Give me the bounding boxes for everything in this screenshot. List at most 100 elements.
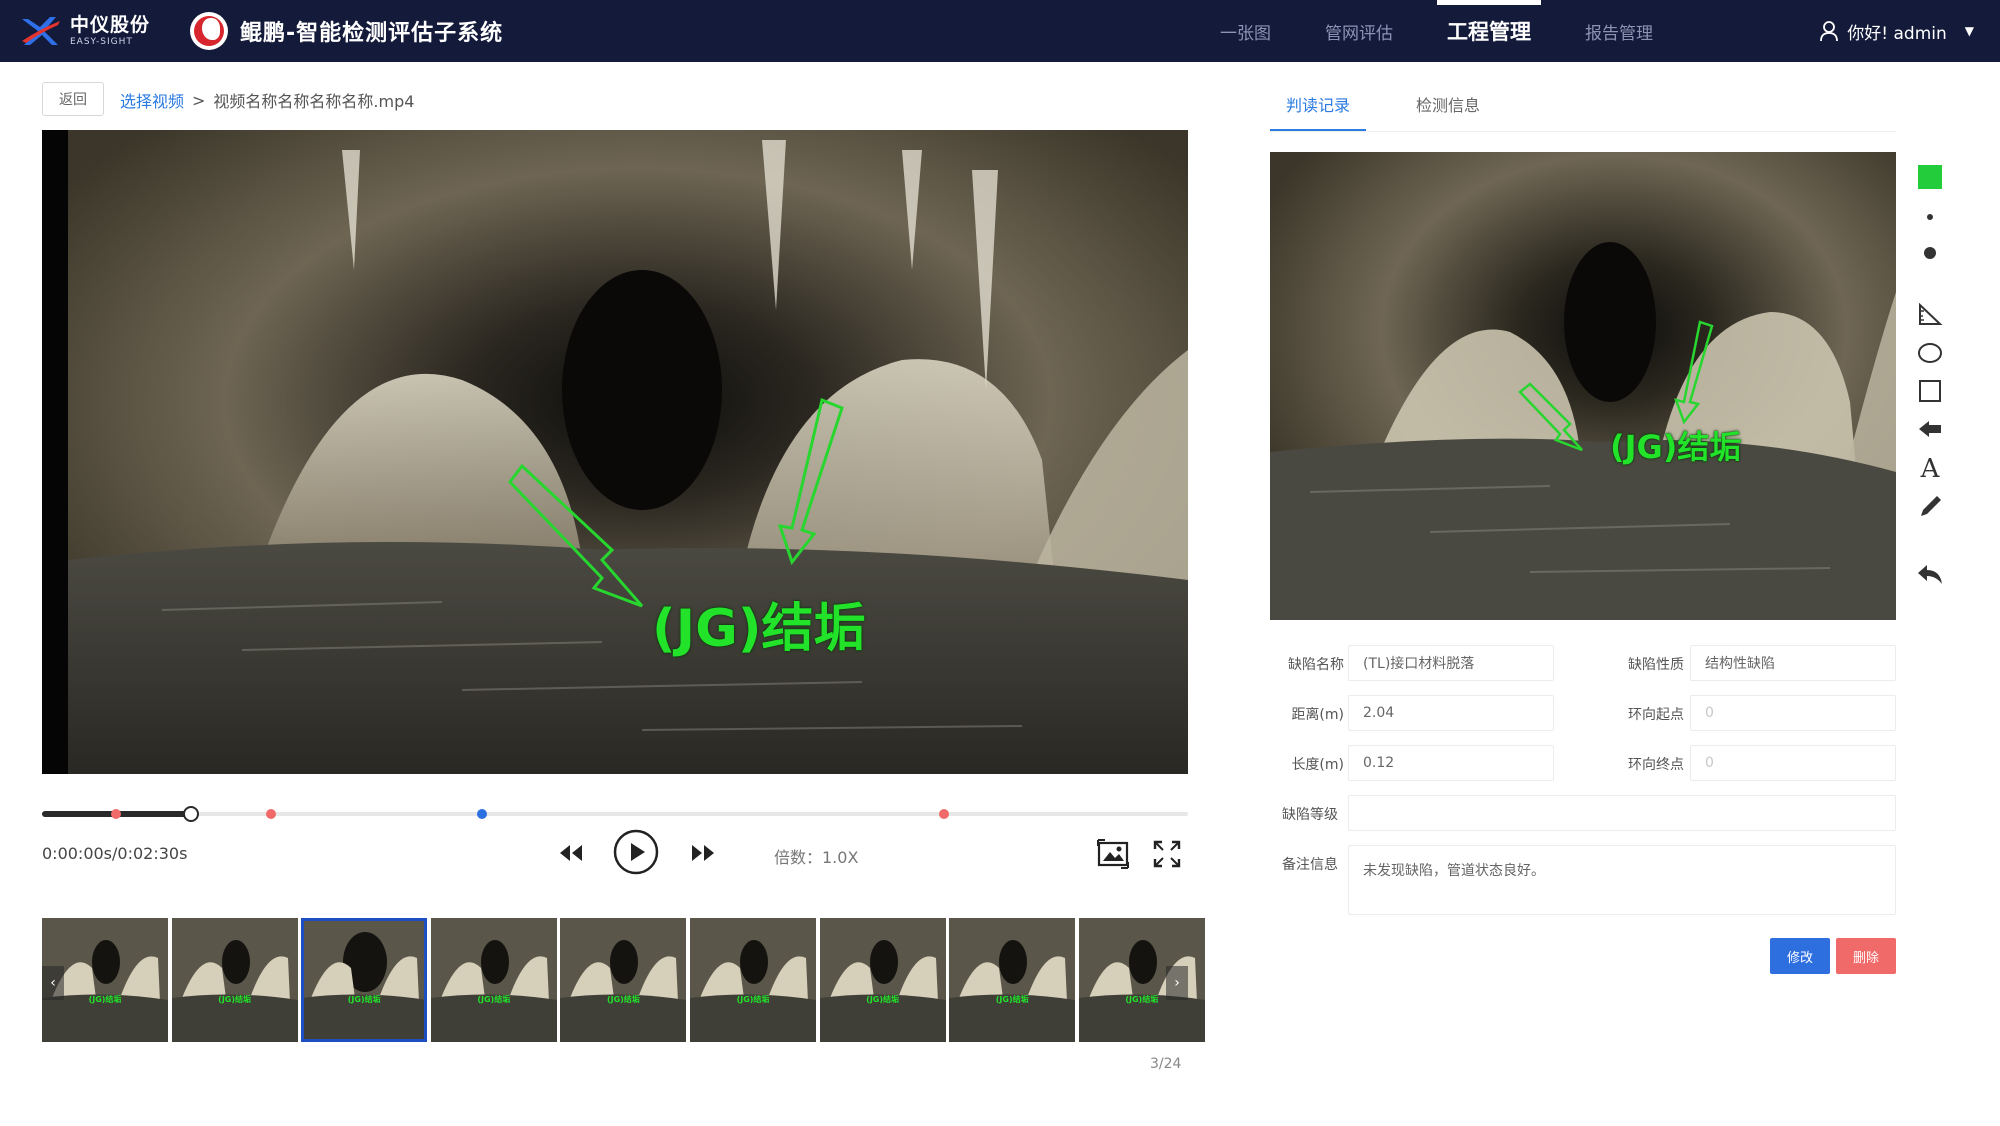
text-tool-button[interactable]: A — [1910, 452, 1950, 482]
brand-name: 中仪股份 — [70, 13, 151, 36]
length-field[interactable]: 0.12 — [1348, 745, 1554, 781]
defect-name-label: 缺陷名称 — [1288, 657, 1344, 673]
undo-icon — [1918, 565, 1942, 584]
arrow-tool-button[interactable] — [1910, 414, 1950, 444]
progress-handle[interactable] — [182, 806, 199, 822]
defect-marker[interactable] — [266, 809, 277, 819]
thumbnail-frame — [301, 918, 428, 1042]
nav-item-project-management[interactable]: 工程管理 — [1437, 0, 1541, 62]
color-swatch-icon — [1918, 165, 1942, 189]
brand-subtitle: EASY-SIGHT — [70, 36, 133, 47]
ruler-triangle-icon — [1919, 303, 1943, 325]
delete-button[interactable]: 删除 — [1836, 938, 1896, 974]
breadcrumb-separator: > — [192, 90, 206, 110]
defect-marker[interactable] — [938, 809, 949, 819]
drawing-toolbar: A — [1910, 162, 1950, 602]
fullscreen-button[interactable] — [1150, 838, 1184, 870]
image-capture-icon — [1097, 839, 1129, 869]
ring-end-field[interactable]: 0 — [1690, 745, 1896, 781]
video-player[interactable]: (JG)结垢 — [42, 130, 1188, 774]
square-icon — [1919, 380, 1941, 402]
thumbnail-frame — [819, 918, 946, 1042]
measure-tool-button[interactable] — [1910, 300, 1950, 330]
fullscreen-icon — [1153, 840, 1181, 868]
thumbnail-annotation: (JG)结垢 — [477, 995, 511, 1004]
nav-item-network-assessment[interactable]: 管网评估 — [1325, 0, 1393, 62]
circle-icon — [1918, 343, 1942, 363]
tab-interpretation-record[interactable]: 判读记录 — [1270, 90, 1367, 132]
snapshot-button[interactable] — [1096, 838, 1130, 870]
user-greeting: 你好! admin — [1847, 23, 1947, 44]
defect-marker[interactable] — [111, 809, 122, 819]
defect-grade-field[interactable] — [1348, 795, 1896, 831]
defect-annotation-label: (JG)结垢 — [652, 599, 866, 659]
video-thumbnail[interactable]: (JG)结垢 — [430, 918, 557, 1042]
edit-button[interactable]: 修改 — [1770, 938, 1830, 974]
video-thumbnail[interactable]: (JG)结垢 — [949, 918, 1076, 1042]
video-thumbnail[interactable]: (JG)结垢 — [560, 918, 687, 1042]
thumbnail-prev-button[interactable]: ‹ — [42, 966, 64, 1000]
pen-icon — [1921, 496, 1941, 516]
preview-annotation-label: (JG)结垢 — [1610, 428, 1742, 466]
nav-item-report-management[interactable]: 报告管理 — [1585, 0, 1653, 62]
playback-time: 0:00:00s/0:02:30s — [42, 844, 188, 863]
video-thumbnail[interactable]: (JG)结垢 — [690, 918, 816, 1042]
pen-tool-button[interactable] — [1910, 492, 1950, 522]
brand-logo-icon — [18, 11, 62, 51]
chevron-down-icon: ▼ — [1964, 24, 1974, 38]
tabs-divider — [1270, 131, 1896, 132]
thumbnail-next-button[interactable]: › — [1166, 966, 1188, 1000]
video-thumbnail[interactable]: (JG)结垢 — [301, 918, 428, 1042]
color-picker-button[interactable] — [1910, 162, 1950, 192]
fast-forward-button[interactable] — [688, 838, 718, 868]
back-button[interactable]: 返回 — [42, 82, 104, 116]
user-icon — [1820, 21, 1839, 42]
defect-nature-field[interactable]: 结构性缺陷 — [1690, 645, 1896, 681]
thumbnail-frame — [949, 918, 1076, 1042]
progress-track — [42, 812, 1188, 816]
undo-button[interactable] — [1910, 560, 1950, 590]
pipe-snapshot-image — [1270, 152, 1896, 620]
defect-marker[interactable] — [477, 809, 488, 819]
pipe-video-frame — [42, 130, 1188, 774]
large-dot-icon — [1924, 247, 1936, 259]
progress-slider[interactable] — [42, 806, 1188, 822]
thumbnail-page-count: 3/24 — [1150, 1056, 1182, 1072]
system-title: 鲲鹏-智能检测评估子系统 — [240, 21, 504, 46]
brush-size-large-button[interactable] — [1910, 238, 1950, 268]
rectangle-tool-button[interactable] — [1910, 376, 1950, 406]
user-menu[interactable]: 你好! admin ▼ — [1819, 0, 1974, 62]
thumbnail-annotation: (JG)结垢 — [347, 995, 381, 1004]
playback-speed[interactable]: 倍数：1.0X — [774, 844, 858, 868]
ring-end-label: 环向终点 — [1628, 757, 1684, 773]
thumbnail-annotation: (JG)结垢 — [866, 995, 900, 1004]
distance-label: 距离(m) — [1291, 707, 1344, 723]
thumbnail-frame — [430, 918, 557, 1042]
rewind-icon — [560, 845, 582, 861]
defect-name-field[interactable]: (TL)接口材料脱落 — [1348, 645, 1554, 681]
arrow-left-icon — [1919, 421, 1941, 437]
annotation-canvas[interactable]: (JG)结垢 — [1270, 152, 1896, 620]
video-thumbnail[interactable]: (JG)结垢 — [171, 918, 298, 1042]
thumbnail-frame — [171, 918, 298, 1042]
system-logo-icon — [190, 12, 229, 50]
breadcrumb-link-select-video[interactable]: 选择视频 — [120, 88, 184, 112]
nav-item-map[interactable]: 一张图 — [1220, 0, 1271, 62]
play-button[interactable] — [612, 828, 660, 876]
thumbnail-annotation: (JG)结垢 — [606, 995, 640, 1004]
brand[interactable]: 中仪股份 EASY-SIGHT — [18, 11, 150, 51]
length-label: 长度(m) — [1291, 757, 1344, 773]
brush-size-small-button[interactable] — [1910, 202, 1950, 232]
ring-start-field[interactable]: 0 — [1690, 695, 1896, 731]
rewind-button[interactable] — [556, 838, 586, 868]
video-thumbnail[interactable]: (JG)结垢 — [819, 918, 946, 1042]
ellipse-tool-button[interactable] — [1910, 338, 1950, 368]
tab-inspection-info[interactable]: 检测信息 — [1400, 90, 1496, 132]
svg-text:A: A — [1920, 454, 1941, 480]
remark-field[interactable]: 未发现缺陷，管道状态良好。 — [1348, 845, 1896, 915]
breadcrumb-current: 视频名称名称名称名称.mp4 — [213, 92, 415, 111]
play-icon — [613, 829, 659, 875]
text-icon: A — [1920, 454, 1941, 480]
distance-field[interactable]: 2.04 — [1348, 695, 1554, 731]
record-tabs: 判读记录 检测信息 — [1270, 90, 1910, 132]
